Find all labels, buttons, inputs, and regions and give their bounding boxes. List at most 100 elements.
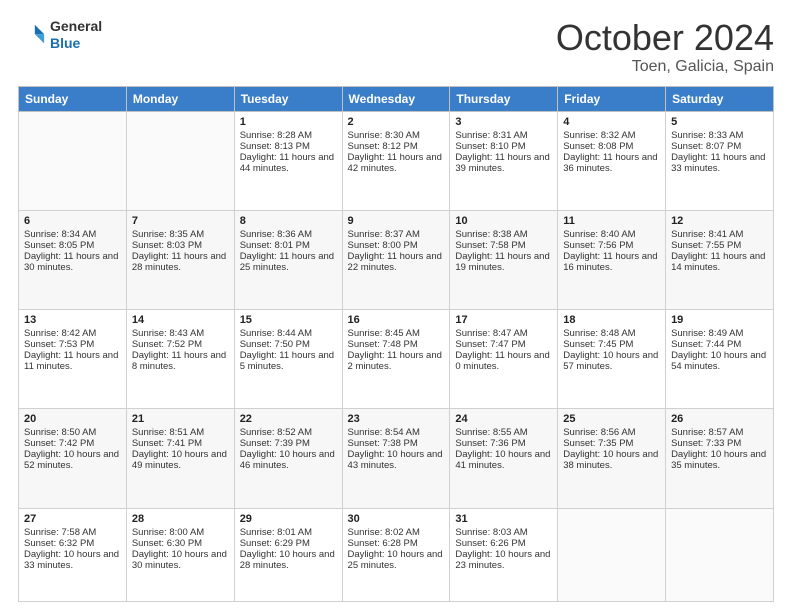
day-info: Daylight: 10 hours and 57 minutes. <box>563 350 660 372</box>
day-number: 27 <box>24 513 121 525</box>
day-number: 6 <box>24 215 121 227</box>
day-number: 7 <box>132 215 229 227</box>
day-info: Sunrise: 8:44 AM <box>240 328 337 339</box>
day-info: Sunset: 7:44 PM <box>671 339 768 350</box>
day-number: 22 <box>240 413 337 425</box>
col-saturday: Saturday <box>666 86 774 111</box>
day-number: 5 <box>671 116 768 128</box>
day-info: Daylight: 10 hours and 30 minutes. <box>132 549 229 571</box>
day-info: Sunrise: 8:28 AM <box>240 130 337 141</box>
day-info: Sunset: 7:42 PM <box>24 438 121 449</box>
day-info: Sunset: 7:47 PM <box>455 339 552 350</box>
table-row: 22Sunrise: 8:52 AMSunset: 7:39 PMDayligh… <box>234 409 342 508</box>
table-row: 18 Sunrise: 8:48 AMSunset: 7:45 PMDayligh… <box>558 310 666 409</box>
table-row: 23Sunrise: 8:54 AMSunset: 7:38 PMDayligh… <box>342 409 450 508</box>
day-info: Sunset: 7:33 PM <box>671 438 768 449</box>
day-info: Daylight: 11 hours and 30 minutes. <box>24 251 121 273</box>
table-row: 11Sunrise: 8:40 AMSunset: 7:56 PMDayligh… <box>558 210 666 309</box>
day-info: Sunset: 8:00 PM <box>348 240 445 251</box>
table-row: 4Sunrise: 8:32 AMSunset: 8:08 PMDaylight… <box>558 111 666 210</box>
day-info: Sunset: 7:50 PM <box>240 339 337 350</box>
day-info: Daylight: 10 hours and 33 minutes. <box>24 549 121 571</box>
table-row <box>666 508 774 601</box>
day-info: Daylight: 11 hours and 33 minutes. <box>671 152 768 174</box>
day-number: 13 <box>24 314 121 326</box>
table-row: 2Sunrise: 8:30 AMSunset: 8:12 PMDaylight… <box>342 111 450 210</box>
day-info: Sunrise: 8:32 AM <box>563 130 660 141</box>
day-number: 19 <box>671 314 768 326</box>
day-number: 10 <box>455 215 552 227</box>
day-info: Daylight: 10 hours and 41 minutes. <box>455 449 552 471</box>
day-info: Sunrise: 8:36 AM <box>240 229 337 240</box>
day-info: Sunset: 8:08 PM <box>563 141 660 152</box>
table-row: 25Sunrise: 8:56 AMSunset: 7:35 PMDayligh… <box>558 409 666 508</box>
day-info: Daylight: 11 hours and 22 minutes. <box>348 251 445 273</box>
day-info: Sunrise: 8:55 AM <box>455 427 552 438</box>
day-info: Sunset: 7:41 PM <box>132 438 229 449</box>
day-info: Sunset: 7:58 PM <box>455 240 552 251</box>
day-info: Sunrise: 8:37 AM <box>348 229 445 240</box>
day-info: Sunset: 7:35 PM <box>563 438 660 449</box>
day-number: 23 <box>348 413 445 425</box>
col-friday: Friday <box>558 86 666 111</box>
day-info: Sunset: 7:45 PM <box>563 339 660 350</box>
day-number: 18 <box>563 314 660 326</box>
col-monday: Monday <box>126 86 234 111</box>
day-info: Sunrise: 8:00 AM <box>132 527 229 538</box>
table-row: 24 Sunrise: 8:55 AMSunset: 7:36 PMDayligh… <box>450 409 558 508</box>
day-info: Sunrise: 8:56 AM <box>563 427 660 438</box>
table-row: 12Sunrise: 8:41 AMSunset: 7:55 PMDayligh… <box>666 210 774 309</box>
day-number: 14 <box>132 314 229 326</box>
day-info: Daylight: 10 hours and 46 minutes. <box>240 449 337 471</box>
day-info: Sunrise: 8:50 AM <box>24 427 121 438</box>
table-row: 13Sunrise: 8:42 AMSunset: 7:53 PMDayligh… <box>19 310 127 409</box>
day-number: 24 <box>455 413 552 425</box>
table-row: 5Sunrise: 8:33 AMSunset: 8:07 PMDaylight… <box>666 111 774 210</box>
day-info: Daylight: 11 hours and 28 minutes. <box>132 251 229 273</box>
logo-blue: Blue <box>50 35 102 52</box>
table-row: 14Sunrise: 8:43 AMSunset: 7:52 PMDayligh… <box>126 310 234 409</box>
day-number: 20 <box>24 413 121 425</box>
day-info: Sunrise: 8:41 AM <box>671 229 768 240</box>
day-info: Sunset: 7:36 PM <box>455 438 552 449</box>
day-info: Sunrise: 8:31 AM <box>455 130 552 141</box>
day-info: Daylight: 10 hours and 43 minutes. <box>348 449 445 471</box>
day-info: Daylight: 10 hours and 23 minutes. <box>455 549 552 571</box>
table-row: 6Sunrise: 8:34 AMSunset: 8:05 PMDaylight… <box>19 210 127 309</box>
day-info: Daylight: 11 hours and 16 minutes. <box>563 251 660 273</box>
day-number: 3 <box>455 116 552 128</box>
day-info: Sunrise: 8:48 AM <box>563 328 660 339</box>
day-number: 9 <box>348 215 445 227</box>
col-sunday: Sunday <box>19 86 127 111</box>
day-info: Sunset: 8:13 PM <box>240 141 337 152</box>
day-number: 8 <box>240 215 337 227</box>
day-info: Daylight: 11 hours and 39 minutes. <box>455 152 552 174</box>
day-info: Daylight: 11 hours and 5 minutes. <box>240 350 337 372</box>
day-info: Sunset: 7:56 PM <box>563 240 660 251</box>
col-thursday: Thursday <box>450 86 558 111</box>
day-info: Sunset: 7:52 PM <box>132 339 229 350</box>
day-info: Daylight: 11 hours and 0 minutes. <box>455 350 552 372</box>
day-info: Sunset: 8:03 PM <box>132 240 229 251</box>
table-row: 29Sunrise: 8:01 AMSunset: 6:29 PMDayligh… <box>234 508 342 601</box>
table-row: 16Sunrise: 8:45 AMSunset: 7:48 PMDayligh… <box>342 310 450 409</box>
day-info: Sunrise: 8:02 AM <box>348 527 445 538</box>
day-number: 16 <box>348 314 445 326</box>
day-info: Daylight: 11 hours and 36 minutes. <box>563 152 660 174</box>
day-number: 2 <box>348 116 445 128</box>
day-info: Daylight: 10 hours and 28 minutes. <box>240 549 337 571</box>
day-info: Daylight: 11 hours and 8 minutes. <box>132 350 229 372</box>
table-row: 17Sunrise: 8:47 AMSunset: 7:47 PMDayligh… <box>450 310 558 409</box>
day-info: Daylight: 10 hours and 49 minutes. <box>132 449 229 471</box>
table-row: 27Sunrise: 7:58 AMSunset: 6:32 PMDayligh… <box>19 508 127 601</box>
day-info: Sunset: 6:30 PM <box>132 538 229 549</box>
day-info: Sunrise: 8:03 AM <box>455 527 552 538</box>
logo: General Blue <box>18 18 102 52</box>
day-info: Sunrise: 8:38 AM <box>455 229 552 240</box>
day-info: Sunrise: 8:54 AM <box>348 427 445 438</box>
day-info: Sunset: 7:55 PM <box>671 240 768 251</box>
day-info: Daylight: 11 hours and 2 minutes. <box>348 350 445 372</box>
day-number: 26 <box>671 413 768 425</box>
day-info: Daylight: 11 hours and 25 minutes. <box>240 251 337 273</box>
day-number: 25 <box>563 413 660 425</box>
